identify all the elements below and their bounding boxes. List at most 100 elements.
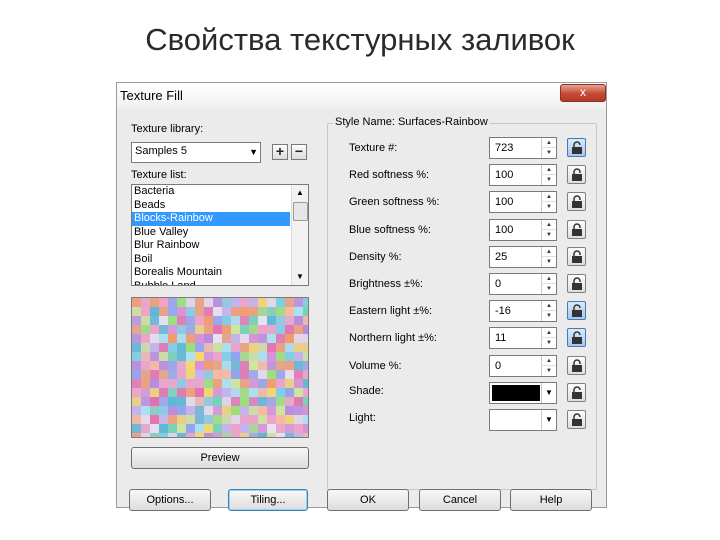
param-lock-button[interactable]: [567, 219, 586, 239]
param-lock-button[interactable]: [567, 246, 586, 266]
texture-preview-image: [132, 298, 308, 437]
lock-icon: [572, 141, 582, 154]
param-value[interactable]: 25: [495, 251, 507, 263]
unlock-icon: [572, 358, 582, 372]
add-library-button[interactable]: +: [272, 144, 288, 160]
spin-down-icon[interactable]: ▼: [541, 174, 556, 186]
param-label: Eastern light ±%:: [349, 305, 433, 318]
window-title: Texture Fill: [120, 88, 183, 103]
texture-list-item[interactable]: Bacteria: [132, 185, 290, 199]
chevron-down-icon: ▼: [541, 383, 556, 403]
ok-button[interactable]: OK: [327, 489, 409, 511]
lock-icon: [572, 331, 582, 345]
light-label: Light:: [349, 412, 376, 424]
texture-list-item[interactable]: Beads: [132, 199, 290, 213]
lock-icon: [572, 413, 582, 426]
unlock-icon: [572, 250, 582, 263]
close-icon: x: [580, 85, 586, 99]
param-spinbox[interactable]: 723 ▲ ▼: [489, 137, 557, 159]
help-button[interactable]: Help: [510, 489, 592, 511]
minus-icon: −: [294, 143, 304, 159]
param-value[interactable]: 100: [495, 169, 513, 181]
texture-list-item[interactable]: Blocks-Rainbow: [132, 212, 290, 226]
scroll-thumb[interactable]: [293, 202, 308, 221]
spin-down-icon[interactable]: ▼: [541, 283, 556, 294]
param-spinbox[interactable]: 100 ▲ ▼: [489, 164, 557, 187]
shade-color-picker[interactable]: ▼: [489, 382, 557, 404]
slide-title: Свойства текстурных заливок: [145, 22, 575, 57]
light-color-swatch: [492, 412, 540, 428]
param-value[interactable]: -16: [495, 305, 511, 317]
texture-list[interactable]: Bacteria Beads Blocks-Rainbow Blue Valley Bl…: [131, 184, 309, 286]
param-value[interactable]: 0: [495, 360, 501, 372]
param-spinbox[interactable]: 0 ▲ ▼: [489, 354, 557, 377]
spin-down-icon[interactable]: ▼: [541, 337, 556, 349]
tiling-button[interactable]: Tiling...: [228, 489, 308, 511]
chevron-down-icon: ▼: [249, 147, 258, 157]
param-spinbox[interactable]: 25 ▲ ▼: [489, 245, 557, 268]
param-lock-button[interactable]: [567, 328, 586, 348]
param-spinbox[interactable]: -16 ▲ ▼: [489, 300, 557, 323]
light-color-picker[interactable]: ▼: [489, 409, 557, 431]
options-button[interactable]: Options...: [129, 489, 211, 511]
param-lock-button[interactable]: [567, 165, 586, 185]
texture-list-scrollbar[interactable]: ▲ ▼: [291, 185, 308, 285]
texture-fill-dialog: Texture Fill x Texture library: Samples …: [116, 82, 607, 511]
title-bar: Texture Fill x: [117, 83, 606, 109]
param-value[interactable]: 100: [495, 196, 513, 208]
texture-list-items: Bacteria Beads Blocks-Rainbow Blue Valley Bl…: [132, 185, 308, 286]
texture-preview: [131, 297, 309, 438]
cancel-button[interactable]: Cancel: [419, 489, 501, 511]
texture-list-item[interactable]: Blue Valley: [132, 226, 290, 240]
param-spinbox[interactable]: 11 ▲ ▼: [489, 327, 557, 350]
texture-library-value: Samples 5: [135, 145, 187, 157]
param-lock-button[interactable]: [567, 355, 586, 375]
lock-icon: [572, 386, 582, 399]
texture-list-item[interactable]: Borealis Mountain: [132, 266, 290, 280]
texture-library-select[interactable]: Samples 5 ▼: [131, 142, 261, 163]
unlock-icon: [572, 277, 582, 290]
remove-library-button[interactable]: −: [291, 144, 307, 160]
spin-down-icon[interactable]: ▼: [541, 255, 556, 267]
param-value[interactable]: 11: [495, 332, 506, 344]
texture-list-item[interactable]: Boil: [132, 253, 290, 267]
texture-list-item[interactable]: Bubble Land: [132, 280, 290, 286]
param-lock-button[interactable]: [567, 138, 586, 157]
spin-down-icon[interactable]: ▼: [541, 310, 556, 322]
lock-icon: [572, 304, 582, 318]
shade-lock-button[interactable]: [567, 383, 586, 402]
unlock-icon: [572, 168, 582, 182]
param-value[interactable]: 0: [495, 278, 501, 290]
chevron-down-icon: ▼: [541, 410, 556, 430]
texture-list-label: Texture list:: [131, 169, 187, 181]
param-spinbox[interactable]: 100 ▲ ▼: [489, 191, 557, 214]
unlock-icon: [572, 195, 582, 209]
param-spinbox[interactable]: 0 ▲ ▼: [489, 273, 557, 295]
plus-icon: +: [275, 143, 285, 159]
scroll-up-icon[interactable]: ▲: [292, 185, 308, 201]
param-label: Red softness %:: [349, 169, 430, 182]
style-name-label: Style Name: Surfaces-Rainbow: [333, 116, 490, 128]
spin-down-icon[interactable]: ▼: [541, 228, 556, 240]
param-label: Brightness ±%:: [349, 278, 423, 290]
scroll-down-icon[interactable]: ▼: [292, 269, 308, 285]
param-value[interactable]: 100: [495, 224, 513, 236]
close-button[interactable]: x: [560, 84, 606, 102]
spin-down-icon[interactable]: ▼: [541, 201, 556, 213]
param-label: Blue softness %:: [349, 223, 431, 236]
texture-library-label: Texture library:: [131, 123, 204, 135]
texture-list-item[interactable]: Blur Rainbow: [132, 239, 290, 253]
preview-button[interactable]: Preview: [131, 447, 309, 469]
spin-down-icon[interactable]: ▼: [541, 147, 556, 158]
param-lock-button[interactable]: [567, 192, 586, 212]
light-lock-button[interactable]: [567, 410, 586, 429]
param-lock-button[interactable]: [567, 301, 586, 321]
unlock-icon: [572, 222, 582, 236]
spin-down-icon[interactable]: ▼: [541, 364, 556, 376]
param-label: Texture #:: [349, 142, 398, 154]
param-lock-button[interactable]: [567, 274, 586, 293]
param-spinbox[interactable]: 100 ▲ ▼: [489, 218, 557, 241]
param-label: Northern light ±%:: [349, 332, 437, 345]
shade-color-swatch: [492, 385, 540, 401]
param-value[interactable]: 723: [495, 142, 513, 154]
